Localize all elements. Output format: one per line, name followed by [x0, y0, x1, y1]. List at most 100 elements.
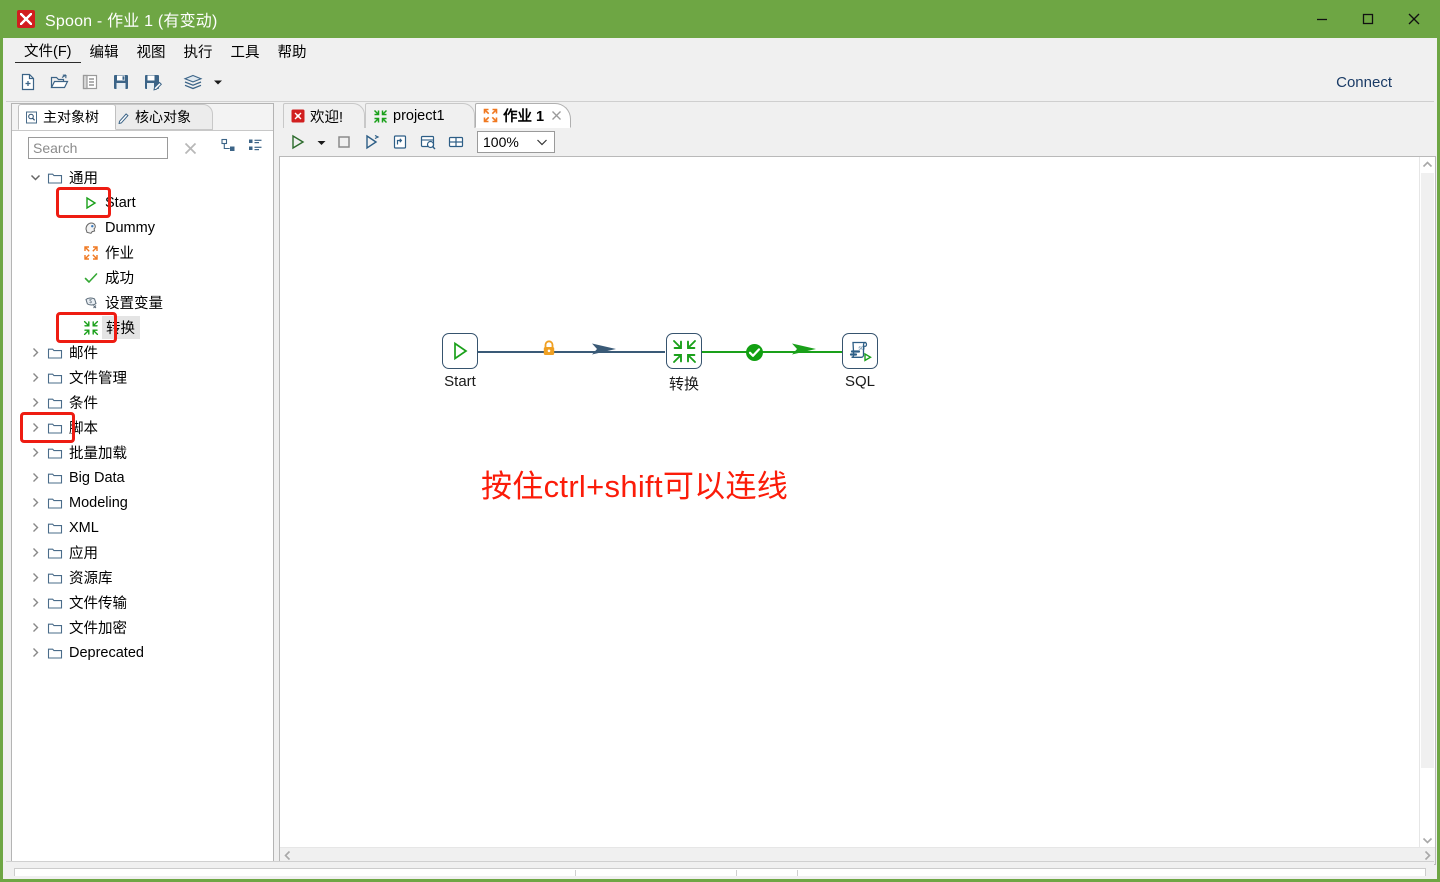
- menu-item-1[interactable]: 编辑: [81, 39, 128, 63]
- tree-item-label: 邮件: [69, 346, 98, 362]
- hop-arrow-icon: [792, 341, 820, 357]
- tree-item-8[interactable]: 文件管理: [12, 365, 273, 390]
- close-icon[interactable]: [551, 110, 562, 121]
- debug-icon[interactable]: [387, 130, 413, 154]
- folder-icon: [44, 370, 66, 386]
- tree-item-16[interactable]: 资源库: [12, 565, 273, 590]
- tree-item-18[interactable]: 文件加密: [12, 615, 273, 640]
- window-controls: [1299, 0, 1437, 38]
- check-circle-icon[interactable]: [745, 343, 764, 362]
- open-file-icon[interactable]: [45, 68, 73, 96]
- search-row: [12, 131, 273, 165]
- tree-item-0[interactable]: 通用: [12, 165, 273, 190]
- menu-bar: 文件(F) 编辑 视图 执行 工具 帮助: [6, 38, 1434, 64]
- chevron-right-icon[interactable]: [26, 422, 44, 433]
- tree-item-5[interactable]: $ 设置变量: [12, 290, 273, 315]
- menu-item-0[interactable]: 文件(F): [15, 38, 81, 63]
- grid-icon[interactable]: [443, 130, 469, 154]
- tree-item-label: 通用: [69, 171, 98, 187]
- chevron-right-icon[interactable]: [26, 472, 44, 483]
- tree-item-label: 转换: [102, 316, 140, 339]
- node-sql[interactable]: sql: [842, 333, 878, 369]
- status-bar-inner: [14, 868, 1426, 876]
- chevron-right-icon[interactable]: [26, 622, 44, 633]
- lock-icon[interactable]: [541, 339, 557, 357]
- close-button[interactable]: [1391, 0, 1437, 38]
- scroll-thumb-vertical[interactable]: [1421, 173, 1434, 768]
- canvas-vertical-scrollbar[interactable]: [1419, 157, 1435, 848]
- run-icon[interactable]: [285, 130, 311, 154]
- menu-item-2[interactable]: 视图: [128, 39, 175, 63]
- tree-item-15[interactable]: 应用: [12, 540, 273, 565]
- save-as-icon[interactable]: [138, 68, 166, 96]
- tab-welcome[interactable]: 欢迎!: [283, 103, 365, 128]
- chevron-right-icon[interactable]: [26, 522, 44, 533]
- tree-item-19[interactable]: Deprecated: [12, 640, 273, 665]
- collapse-all-icon[interactable]: [248, 138, 263, 158]
- job-icon: [483, 108, 498, 123]
- menu-item-4[interactable]: 工具: [222, 39, 269, 63]
- scroll-up-icon[interactable]: [1420, 157, 1435, 172]
- tree-item-10[interactable]: 脚本: [12, 415, 273, 440]
- tab-core-objects[interactable]: 核心对象: [110, 104, 213, 130]
- menu-item-5[interactable]: 帮助: [269, 39, 316, 63]
- clear-x-icon[interactable]: [182, 140, 199, 157]
- new-file-icon[interactable]: [14, 68, 42, 96]
- tree-item-17[interactable]: 文件传输: [12, 590, 273, 615]
- folder-icon: [44, 620, 66, 636]
- tree-item-13[interactable]: Modeling: [12, 490, 273, 515]
- tree-item-4[interactable]: 成功: [12, 265, 273, 290]
- expand-all-icon[interactable]: [221, 138, 236, 158]
- chevron-right-icon[interactable]: [26, 597, 44, 608]
- chevron-right-icon[interactable]: [26, 447, 44, 458]
- node-start[interactable]: [442, 333, 478, 369]
- tree-item-14[interactable]: XML: [12, 515, 273, 540]
- zoom-select[interactable]: 100%: [477, 131, 555, 153]
- preview-icon[interactable]: [359, 130, 385, 154]
- chevron-right-icon[interactable]: [26, 572, 44, 583]
- search-input[interactable]: [28, 137, 168, 159]
- scroll-down-icon[interactable]: [1420, 833, 1435, 848]
- tree-item-9[interactable]: 条件: [12, 390, 273, 415]
- chevron-right-icon[interactable]: [26, 547, 44, 558]
- hop-start-to-transform[interactable]: [459, 351, 665, 353]
- run-dropdown-caret[interactable]: [313, 130, 329, 154]
- left-panel: 主对象树 核心对象 通用StartDu: [11, 103, 274, 865]
- left-panel-tabs: 主对象树 核心对象: [12, 104, 273, 131]
- tree-item-7[interactable]: 邮件: [12, 340, 273, 365]
- minimize-button[interactable]: [1299, 0, 1345, 38]
- menu-item-3[interactable]: 执行: [175, 39, 222, 63]
- set-variable-icon: $: [80, 295, 102, 311]
- tree-item-6[interactable]: 转换: [12, 315, 273, 340]
- object-tree: 通用 Start Dummy 作业 成功 $ 设置变量 转换 邮件 文件管理 条件 脚本 批量加载 Big…: [12, 165, 273, 864]
- tree-item-12[interactable]: Big Data: [12, 465, 273, 490]
- chevron-right-icon[interactable]: [26, 372, 44, 383]
- chevron-right-icon[interactable]: [26, 647, 44, 658]
- folder-icon: [44, 420, 66, 436]
- tab-project1[interactable]: project1: [365, 103, 475, 128]
- chevron-right-icon[interactable]: [26, 397, 44, 408]
- inspect-icon[interactable]: [415, 130, 441, 154]
- maximize-button[interactable]: [1345, 0, 1391, 38]
- node-transform[interactable]: [666, 333, 702, 369]
- tree-item-3[interactable]: 作业: [12, 240, 273, 265]
- chevron-right-icon[interactable]: [26, 347, 44, 358]
- tree-item-2[interactable]: Dummy: [12, 215, 273, 240]
- tree-item-1[interactable]: Start: [12, 190, 273, 215]
- save-icon[interactable]: [107, 68, 135, 96]
- tree-item-11[interactable]: 批量加载: [12, 440, 273, 465]
- tab-main-object-tree[interactable]: 主对象树: [18, 104, 116, 130]
- toolbar-dropdown-caret[interactable]: [210, 68, 226, 96]
- chevron-down-icon[interactable]: [536, 134, 548, 150]
- explorer-icon[interactable]: [76, 68, 104, 96]
- chevron-down-icon[interactable]: [26, 172, 44, 183]
- stop-icon[interactable]: [331, 130, 357, 154]
- job-canvas[interactable]: Start 转换 sql SQL 按住ctrl+shift可以连线: [280, 157, 1420, 848]
- tab-job1[interactable]: 作业 1: [475, 103, 571, 128]
- connect-label[interactable]: Connect: [1336, 74, 1392, 91]
- hop-transform-to-sql[interactable]: [684, 351, 859, 353]
- tree-item-label: 设置变量: [105, 296, 163, 312]
- tree-item-label: 条件: [69, 396, 98, 412]
- layers-icon[interactable]: [179, 68, 207, 96]
- chevron-right-icon[interactable]: [26, 497, 44, 508]
